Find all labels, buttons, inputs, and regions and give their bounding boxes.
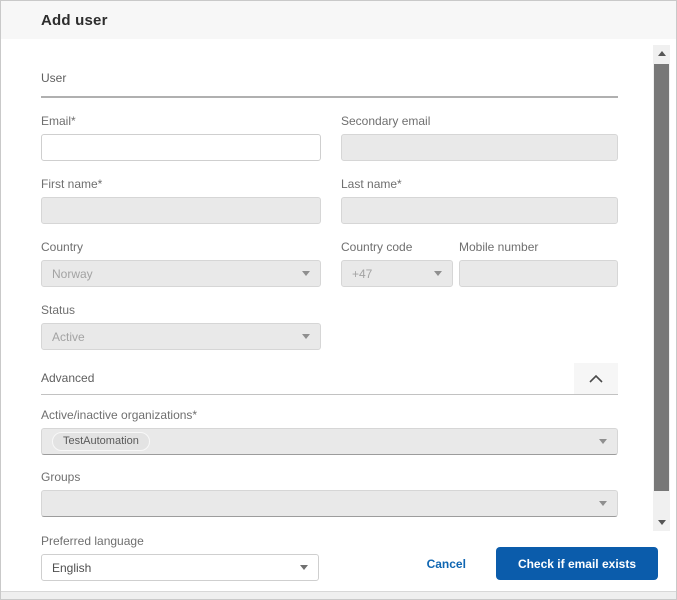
caret-down-icon xyxy=(599,501,607,506)
dialog-footer: Cancel Check if email exists xyxy=(427,547,658,580)
section-advanced-label: Advanced xyxy=(41,371,95,385)
check-email-exists-button[interactable]: Check if email exists xyxy=(495,547,658,580)
field-status: Status Active xyxy=(41,303,321,350)
field-country: Country Norway xyxy=(41,240,321,287)
field-groups: Groups xyxy=(41,470,618,517)
organizations-multiselect[interactable]: TestAutomation xyxy=(41,428,618,455)
preferred-language-select[interactable]: English xyxy=(41,554,319,581)
row-groups: Groups xyxy=(41,470,618,517)
row-status: Status Active xyxy=(41,303,618,350)
country-code-value: +47 xyxy=(352,266,373,281)
field-country-code: Country code +47 xyxy=(341,240,453,287)
secondary-email-label: Secondary email xyxy=(341,114,431,128)
cancel-button[interactable]: Cancel xyxy=(427,557,466,571)
first-name-label: First name* xyxy=(41,177,103,191)
field-secondary-email: Secondary email xyxy=(341,114,618,161)
last-name-input xyxy=(341,197,618,224)
caret-down-icon xyxy=(434,271,442,276)
row-organizations: Active/inactive organizations* TestAutom… xyxy=(41,408,618,455)
field-mobile-number: Mobile number xyxy=(459,240,618,287)
dialog-header: Add user xyxy=(1,1,676,39)
section-advanced: Advanced xyxy=(41,362,618,395)
triangle-up-icon xyxy=(657,51,666,56)
add-user-dialog: Add user User Email* Secondary email Fir… xyxy=(0,0,677,600)
country-code-label: Country code xyxy=(341,240,413,254)
caret-down-icon xyxy=(302,334,310,339)
mobile-number-label: Mobile number xyxy=(459,240,539,254)
vertical-scrollbar[interactable] xyxy=(653,45,670,531)
status-select: Active xyxy=(41,323,321,350)
caret-down-icon xyxy=(302,271,310,276)
email-input[interactable] xyxy=(41,134,321,161)
status-value: Active xyxy=(52,329,85,344)
groups-label: Groups xyxy=(41,470,81,484)
field-preferred-language: Preferred language English xyxy=(41,534,319,581)
scrollbar-thumb[interactable] xyxy=(654,64,669,491)
organization-chip: TestAutomation xyxy=(52,432,150,451)
field-email: Email* xyxy=(41,114,321,161)
mobile-number-input xyxy=(459,260,618,287)
field-first-name: First name* xyxy=(41,177,321,224)
preferred-language-value: English xyxy=(52,560,92,575)
country-value: Norway xyxy=(52,266,93,281)
last-name-label: Last name* xyxy=(341,177,402,191)
dialog-title: Add user xyxy=(41,11,108,29)
first-name-input xyxy=(41,197,321,224)
horizontal-scrollbar-track xyxy=(1,591,676,599)
row-email: Email* Secondary email xyxy=(41,114,618,161)
secondary-email-input xyxy=(341,134,618,161)
row-name: First name* Last name* xyxy=(41,177,618,224)
scroll-up-button[interactable] xyxy=(653,45,670,62)
triangle-down-icon xyxy=(657,520,666,525)
caret-down-icon xyxy=(599,439,607,444)
organizations-label: Active/inactive organizations* xyxy=(41,408,198,422)
scroll-down-button[interactable] xyxy=(653,514,670,531)
country-code-select: +47 xyxy=(341,260,453,287)
status-label: Status xyxy=(41,303,76,317)
field-last-name: Last name* xyxy=(341,177,618,224)
advanced-collapse-button[interactable] xyxy=(574,362,618,394)
field-phone-group: Country code +47 Mobile number xyxy=(341,240,618,287)
chevron-up-icon xyxy=(589,371,603,386)
section-user-label: User xyxy=(41,71,67,85)
groups-multiselect[interactable] xyxy=(41,490,618,517)
preferred-language-label: Preferred language xyxy=(41,534,144,548)
section-user: User xyxy=(41,69,618,98)
country-label: Country xyxy=(41,240,84,254)
caret-down-icon xyxy=(300,565,308,570)
email-label: Email* xyxy=(41,114,76,128)
country-select: Norway xyxy=(41,260,321,287)
dialog-content: User Email* Secondary email First name* … xyxy=(41,39,618,581)
field-organizations: Active/inactive organizations* TestAutom… xyxy=(41,408,618,455)
row-country: Country Norway Country code +47 Mobile n… xyxy=(41,240,618,287)
